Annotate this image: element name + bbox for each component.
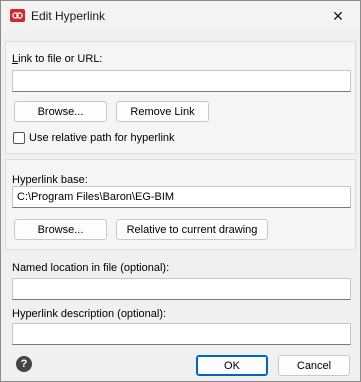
remove-link-button[interactable]: Remove Link [116, 101, 209, 122]
relative-to-drawing-button[interactable]: Relative to current drawing [116, 219, 268, 240]
title-bar: Edit Hyperlink ✕ [1, 1, 360, 31]
description-input[interactable] [12, 323, 351, 345]
browse-url-label: Browse... [37, 105, 84, 118]
link-label: Link to file or URL: [12, 53, 103, 65]
link-label-text: ink to file or URL: [18, 53, 103, 65]
hyperlink-base-label: Hyperlink base: [12, 174, 88, 186]
ok-button[interactable]: OK [196, 355, 268, 376]
hyperlink-base-input[interactable]: C:\Program Files\Baron\EG-BIM [12, 186, 351, 208]
edit-hyperlink-dialog: Edit Hyperlink ✕ Link to file or URL: Br… [0, 0, 361, 382]
window-title: Edit Hyperlink [31, 9, 106, 23]
named-location-input[interactable] [12, 278, 351, 300]
relative-to-drawing-label: Relative to current drawing [126, 223, 258, 236]
close-button[interactable]: ✕ [316, 1, 360, 31]
browse-url-button[interactable]: Browse... [14, 101, 107, 122]
browse-base-button[interactable]: Browse... [14, 219, 107, 240]
relative-path-label[interactable]: Use relative path for hyperlink [29, 132, 175, 144]
url-input[interactable] [12, 70, 351, 92]
description-label: Hyperlink description (optional): [12, 308, 167, 320]
ok-label: OK [224, 359, 240, 372]
help-icon[interactable]: ? [16, 356, 32, 372]
relative-path-checkbox[interactable] [13, 132, 25, 144]
named-location-label: Named location in file (optional): [12, 262, 170, 274]
app-logo-icon [10, 9, 25, 22]
remove-link-label: Remove Link [130, 105, 195, 118]
cancel-button[interactable]: Cancel [278, 355, 350, 376]
browse-base-label: Browse... [37, 223, 84, 236]
cancel-label: Cancel [296, 359, 332, 372]
